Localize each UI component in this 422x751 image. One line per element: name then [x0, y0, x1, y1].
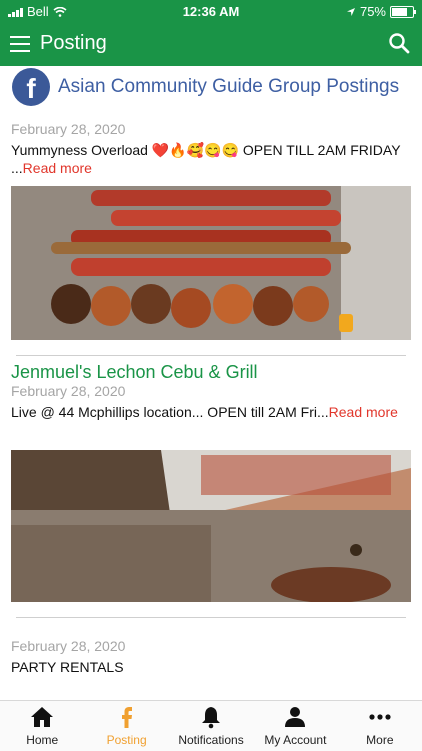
home-icon [31, 707, 54, 727]
group-header[interactable]: f Asian Community Guide Group Postings [12, 68, 399, 106]
tab-label: Posting [106, 733, 147, 747]
tab-my-account[interactable]: My Account [253, 701, 337, 751]
read-more-link[interactable]: Read more [23, 160, 92, 176]
post-text: PARTY RENTALS [11, 659, 124, 675]
tab-label: Home [26, 733, 59, 747]
bell-icon [202, 707, 221, 729]
status-bar: Bell 12:36 AM 75% [0, 0, 422, 22]
post-text: Yummyness Overload ❤️🔥🥰😋😋 OPEN TILL 2AM … [11, 142, 401, 176]
post-image-skewers[interactable] [11, 186, 411, 340]
tab-notifications[interactable]: Notifications [169, 701, 253, 751]
post-card[interactable]: February 28, 2020 PARTY RENTALS [11, 638, 411, 676]
tab-more[interactable]: More [338, 701, 422, 751]
tab-posting[interactable]: Posting [84, 701, 168, 751]
post-card[interactable]: Jenmuel's Lechon Cebu & Grill February 2… [11, 362, 411, 421]
battery-percent: 75% [359, 4, 386, 19]
facebook-icon [121, 707, 132, 728]
tab-label: My Account [264, 733, 327, 747]
app-bar: Posting [0, 22, 422, 66]
location-icon [346, 7, 355, 16]
divider [16, 355, 406, 356]
post-image-grill[interactable] [11, 450, 411, 602]
tab-label: Notifications [178, 733, 244, 747]
post-heading[interactable]: Jenmuel's Lechon Cebu & Grill [11, 362, 411, 383]
read-more-link[interactable]: Read more [329, 404, 398, 420]
post-text: Live @ 44 Mcphillips location... OPEN ti… [11, 404, 398, 420]
divider [16, 617, 406, 618]
facebook-icon: f [12, 68, 50, 106]
post-date: February 28, 2020 [11, 638, 126, 654]
tab-home[interactable]: Home [0, 701, 84, 751]
search-icon[interactable] [388, 32, 410, 54]
menu-icon[interactable] [10, 36, 30, 52]
post-date: February 28, 2020 [11, 383, 126, 399]
post-date: February 28, 2020 [11, 121, 126, 137]
bottom-tab-bar: Home Posting Notifications My Account Mo… [0, 700, 422, 751]
post-card[interactable]: February 28, 2020 Yummyness Overload ❤️🔥… [11, 121, 411, 177]
page-title: Posting [40, 32, 107, 54]
battery-icon [390, 5, 416, 18]
person-icon [285, 707, 306, 727]
group-title: Asian Community Guide Group Postings [58, 76, 400, 97]
posting-feed[interactable]: f Asian Community Guide Group Postings F… [0, 66, 422, 700]
more-icon [369, 714, 391, 720]
tab-label: More [366, 733, 394, 747]
